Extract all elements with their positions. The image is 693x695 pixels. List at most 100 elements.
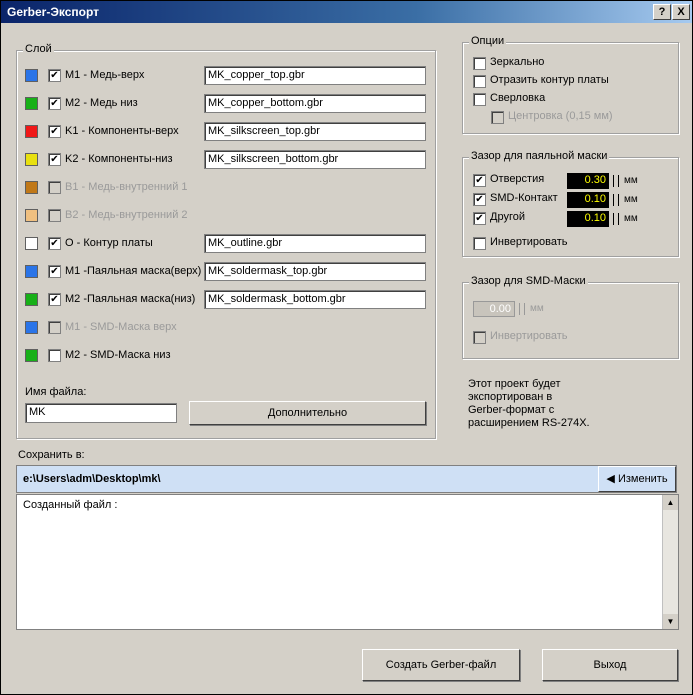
- exit-button[interactable]: Выход: [542, 649, 678, 681]
- layer-checkbox[interactable]: [48, 321, 61, 334]
- layer-filename-input[interactable]: MK_copper_top.gbr: [204, 66, 426, 85]
- solder-clearance-value[interactable]: 0.30: [567, 173, 609, 189]
- layer-label: B2 - Медь-внутренний 2: [65, 209, 188, 221]
- mirror-label: Зеркально: [490, 56, 545, 68]
- layer-label: K1 - Компоненты-верх: [65, 125, 179, 137]
- smd-invert-checkbox[interactable]: [473, 331, 486, 344]
- layer-color-swatch: [25, 181, 38, 194]
- solder-mask-group: Зазор для паяльной маски ✔ Отверстия 0.30 м…: [462, 150, 679, 257]
- solder-clearance-checkbox[interactable]: ✔: [473, 212, 486, 225]
- solder-clearance-spinner[interactable]: [613, 213, 619, 225]
- solder-clearance-checkbox[interactable]: ✔: [473, 193, 486, 206]
- save-path: e:\Users\adm\Desktop\mk\: [23, 473, 161, 485]
- advanced-button[interactable]: Дополнительно: [189, 401, 426, 425]
- layer-filename-input[interactable]: MK_silkscreen_top.gbr: [204, 122, 426, 141]
- layer-checkbox[interactable]: ✔: [48, 97, 61, 110]
- drilling-checkbox[interactable]: [473, 93, 486, 106]
- solder-clearance-value[interactable]: 0.10: [567, 192, 609, 208]
- layer-filename-input[interactable]: MK_copper_bottom.gbr: [204, 94, 426, 113]
- centering-label: Центровка (0,15 мм): [508, 110, 613, 122]
- smd-clearance-spinner[interactable]: [519, 303, 525, 315]
- solder-clearance-unit: мм: [624, 194, 638, 205]
- layer-checkbox[interactable]: ✔: [48, 237, 61, 250]
- layer-checkbox[interactable]: ✔: [48, 125, 61, 138]
- smd-mask-group: Зазор для SMD-Маски 0.00 мм Инвертироват…: [462, 275, 679, 359]
- layer-checkbox[interactable]: ✔: [48, 69, 61, 82]
- mirror-checkbox[interactable]: [473, 57, 486, 70]
- info-line: Gerber-формат с: [468, 404, 555, 416]
- options-group: Опции Зеркально Отразить контур платы Св…: [462, 35, 679, 134]
- drilling-label: Сверловка: [490, 92, 546, 104]
- layer-color-swatch: [25, 237, 38, 250]
- scroll-down-icon[interactable]: ▼: [663, 614, 678, 629]
- centering-checkbox[interactable]: [491, 111, 504, 124]
- layer-checkbox[interactable]: ✔: [48, 293, 61, 306]
- layer-label: M2 - SMD-Маска низ: [65, 349, 171, 361]
- info-line: экспортирован в: [468, 391, 553, 403]
- layer-color-swatch: [25, 125, 38, 138]
- filename-input[interactable]: MK: [25, 403, 177, 423]
- layer-filename-input[interactable]: MK_outline.gbr: [204, 234, 426, 253]
- solder-mask-group-label: Зазор для паяльной маски: [469, 150, 610, 162]
- window-title: Gerber-Экспорт: [7, 5, 100, 19]
- layer-label: M1 - SMD-Маска верх: [65, 321, 177, 333]
- close-button[interactable]: X: [672, 4, 690, 20]
- layer-color-swatch: [25, 153, 38, 166]
- layer-color-swatch: [25, 69, 38, 82]
- scroll-up-icon[interactable]: ▲: [663, 495, 678, 510]
- arrow-left-icon: ◀: [606, 473, 615, 485]
- layer-label: M1 - Медь-верх: [65, 69, 145, 81]
- title-bar[interactable]: Gerber-Экспорт ? X: [1, 1, 692, 23]
- options-group-label: Опции: [469, 35, 507, 47]
- layer-color-swatch: [25, 97, 38, 110]
- layer-filename-input[interactable]: MK_silkscreen_bottom.gbr: [204, 150, 426, 169]
- info-line: Этот проект будет: [468, 378, 561, 390]
- layer-color-swatch: [25, 293, 38, 306]
- mirror-outline-checkbox[interactable]: [473, 75, 486, 88]
- layer-label: M2 - Медь низ: [65, 97, 138, 109]
- layer-label: M1 -Паяльная маска(верх): [65, 265, 202, 277]
- help-button[interactable]: ?: [653, 4, 671, 20]
- smd-invert-label: Инвертировать: [490, 330, 568, 342]
- solder-clearance-label: SMD-Контакт: [490, 192, 558, 204]
- info-line: расширением RS-274X.: [468, 417, 590, 429]
- solder-clearance-checkbox[interactable]: ✔: [473, 174, 486, 187]
- layer-color-swatch: [25, 265, 38, 278]
- layer-color-swatch: [25, 349, 38, 362]
- solder-invert-checkbox[interactable]: [473, 237, 486, 250]
- solder-clearance-unit: мм: [624, 213, 638, 224]
- layer-filename-input[interactable]: MK_soldermask_top.gbr: [204, 262, 426, 281]
- layer-label: M2 -Паяльная маска(низ): [65, 293, 196, 305]
- change-path-button[interactable]: ◀ Изменить: [598, 466, 676, 492]
- layer-checkbox[interactable]: [48, 209, 61, 222]
- log-scrollbar[interactable]: ▲ ▼: [662, 495, 678, 629]
- solder-clearance-spinner[interactable]: [613, 175, 619, 187]
- export-info-text: Этот проект будет экспортирован в Gerber…: [468, 378, 590, 430]
- layer-color-swatch: [25, 321, 38, 334]
- layers-group-label: Слой: [23, 43, 54, 55]
- layer-checkbox[interactable]: ✔: [48, 153, 61, 166]
- create-gerber-button[interactable]: Создать Gerber-файл: [362, 649, 520, 681]
- layer-label: B1 - Медь-внутренний 1: [65, 181, 188, 193]
- layer-color-swatch: [25, 209, 38, 222]
- solder-clearance-value[interactable]: 0.10: [567, 211, 609, 227]
- solder-clearance-label: Другой: [490, 211, 525, 223]
- layer-label: K2 - Компоненты-низ: [65, 153, 173, 165]
- smd-mask-group-label: Зазор для SMD-Маски: [469, 275, 588, 287]
- log-text: Созданный файл :: [23, 499, 118, 511]
- smd-clearance-value[interactable]: 0.00: [473, 301, 515, 317]
- mirror-outline-label: Отразить контур платы: [490, 74, 609, 86]
- solder-clearance-label: Отверстия: [490, 173, 545, 185]
- smd-clearance-unit: мм: [530, 303, 544, 314]
- change-path-label: Изменить: [617, 473, 668, 485]
- solder-clearance-spinner[interactable]: [613, 194, 619, 206]
- gerber-export-window: Gerber-Экспорт ? X Слой ✔ M1 - Медь-верх M…: [0, 0, 693, 695]
- layer-checkbox[interactable]: [48, 349, 61, 362]
- layer-checkbox[interactable]: ✔: [48, 265, 61, 278]
- log-area[interactable]: Созданный файл : ▲ ▼: [16, 494, 679, 630]
- layers-group: Слой ✔ M1 - Медь-верх MK_copper_top.gbr ✔ M2…: [16, 43, 436, 439]
- layer-filename-input[interactable]: MK_soldermask_bottom.gbr: [204, 290, 426, 309]
- layer-checkbox[interactable]: [48, 181, 61, 194]
- layer-label: O - Контур платы: [65, 237, 153, 249]
- save-path-bar: e:\Users\adm\Desktop\mk\ ◀ Изменить: [16, 465, 677, 493]
